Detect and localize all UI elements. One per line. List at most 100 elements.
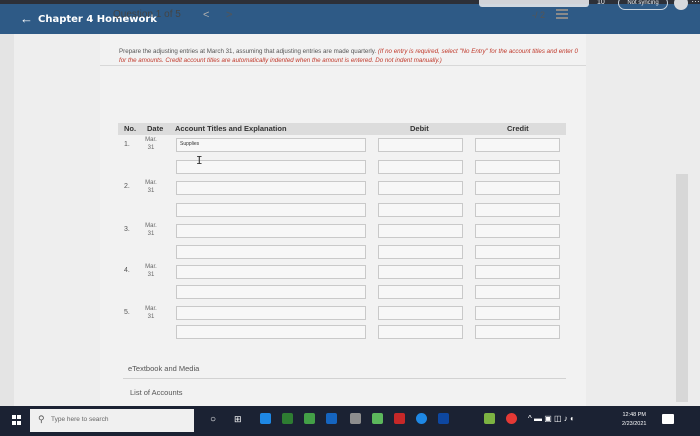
debit-input[interactable] [378,265,463,279]
entry-number: 5. [124,309,130,316]
credit-input[interactable] [475,224,560,238]
calculator-icon[interactable] [438,413,449,424]
debit-input[interactable] [378,306,463,320]
account-title-input[interactable] [176,181,366,195]
debit-input[interactable] [378,325,463,339]
entry-date: Mar. 31 [140,305,162,321]
account-title-input[interactable] [176,306,366,320]
list-of-accounts-link[interactable]: List of Accounts [130,388,183,397]
entry-date: Mar. 31 [140,222,162,238]
credit-input[interactable] [475,245,560,259]
left-margin [0,34,14,406]
header-account: Account Titles and Explanation [175,124,287,133]
debit-input[interactable] [378,224,463,238]
more-menu-icon[interactable]: … [691,0,700,4]
search-icon: ⚲ [38,414,45,424]
excel-icon[interactable] [282,413,293,424]
account-title-input[interactable] [176,285,366,299]
entry-month: Mar. [145,180,157,186]
header-debit: Debit [410,124,429,133]
back-arrow-icon[interactable]: ← [20,12,33,26]
entry-month: Mar. [145,223,157,229]
instructions-text: Prepare the adjusting entries at March 3… [119,48,378,55]
extension-icons[interactable] [479,0,589,7]
page-scrollbar[interactable] [676,174,688,402]
notification-count: 10 [597,0,605,6]
header-credit: Credit [507,124,529,133]
windows-start-icon[interactable] [12,415,22,425]
entry-number: 3. [124,226,130,233]
account-title-input[interactable] [176,224,366,238]
entry-month: Mar. [145,137,157,143]
instructions: Prepare the adjusting entries at March 3… [119,48,579,65]
question-list-icon[interactable] [556,9,568,19]
pen-icon[interactable] [350,413,361,424]
account-title-input[interactable] [176,265,366,279]
edge-icon[interactable] [260,413,271,424]
content-area [0,34,700,406]
entry-day: 31 [147,272,155,278]
browser-toolbar: 10 Not syncing … [479,0,700,14]
help-icon[interactable] [416,413,427,424]
credit-input[interactable] [475,306,560,320]
etextbook-link[interactable]: eTextbook and Media [128,364,199,373]
account-title-input[interactable] [176,325,366,339]
credit-input[interactable] [475,181,560,195]
store-icon[interactable] [304,413,315,424]
previous-question-button[interactable]: < [203,9,209,21]
question-counter: Question 1 of 5 [113,9,181,20]
section-divider [123,378,566,379]
windows-taskbar: ⚲ Type here to search ○ ⊞ ^ ▬ ▣ ◫ ♪ ◐ 12… [0,406,700,436]
credit-input[interactable] [475,203,560,217]
sync-status-button[interactable]: Not syncing [618,0,668,10]
profile-avatar[interactable] [674,0,688,10]
header-date: Date [147,124,164,133]
search-placeholder: Type here to search [51,416,109,423]
table-header: No. Date Account Titles and Explanation … [118,123,566,135]
entry-day: 31 [147,188,155,194]
entry-day: 31 [147,314,155,320]
notification-center-icon[interactable] [662,414,674,424]
text-cursor-icon: I [196,154,203,167]
entry-number: 4. [124,267,130,274]
clock-date: 2/23/2021 [622,421,647,427]
credit-input[interactable] [475,138,560,152]
taskbar-search-box[interactable]: ⚲ Type here to search [30,409,194,432]
credit-input[interactable] [475,325,560,339]
word-icon[interactable] [326,413,337,424]
header-no: No. [124,124,137,133]
entry-month: Mar. [145,264,157,270]
entry-number: 2. [124,183,130,190]
entry-month: Mar. [145,306,157,312]
debit-input[interactable] [378,181,463,195]
question-score: -/ 2 [532,10,546,20]
debit-input[interactable] [378,203,463,217]
credit-input[interactable] [475,265,560,279]
debit-input[interactable] [378,285,463,299]
credit-input[interactable] [475,285,560,299]
entry-day: 31 [147,145,155,151]
sway-icon[interactable] [372,413,383,424]
next-question-button[interactable]: > [226,9,232,21]
account-title-input[interactable] [176,160,366,174]
account-title-input[interactable]: Supplies [176,138,366,152]
cortana-icon[interactable]: ○ [210,414,216,425]
account-title-input[interactable] [176,203,366,217]
debit-input[interactable] [378,245,463,259]
entry-day: 31 [147,231,155,237]
header-divider [100,65,586,66]
entry-date: Mar. 31 [140,179,162,195]
debit-input[interactable] [378,138,463,152]
system-tray-icons[interactable]: ^ ▬ ▣ ◫ ♪ ◐ [528,414,575,423]
clock-time: 12:48 PM [622,412,646,418]
account-title-input[interactable] [176,245,366,259]
entry-number: 1. [124,141,130,148]
taskbar-clock[interactable]: 12:48 PM 2/23/2021 [622,411,646,429]
onenote-icon[interactable] [394,413,405,424]
chrome-icon[interactable] [506,413,517,424]
question-panel [100,34,586,406]
debit-input[interactable] [378,160,463,174]
settings-icon[interactable] [484,413,495,424]
task-view-icon[interactable]: ⊞ [234,414,242,425]
credit-input[interactable] [475,160,560,174]
